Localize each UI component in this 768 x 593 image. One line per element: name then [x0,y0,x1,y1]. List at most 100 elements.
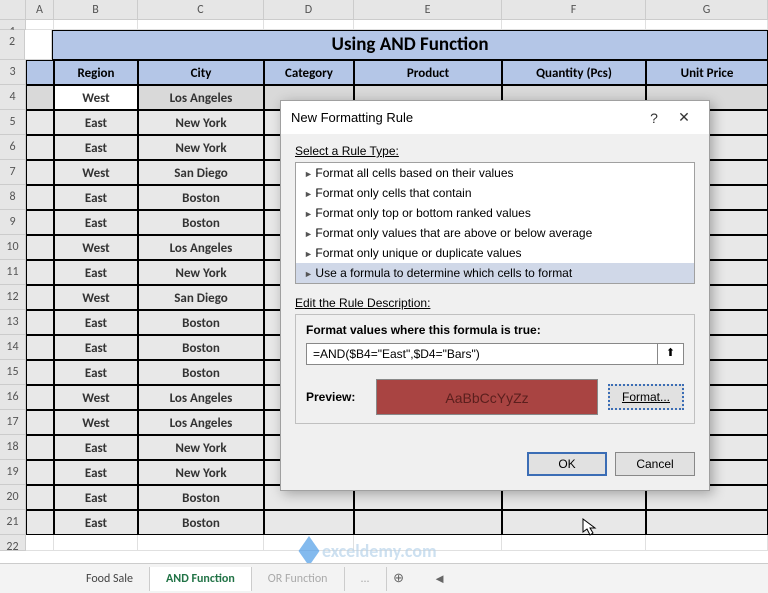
rule-type-item-1[interactable]: Format only cells that contain [296,183,694,203]
format-button[interactable]: Format... [608,384,684,410]
cell-B14[interactable]: East [54,335,138,360]
cell-G22[interactable] [646,535,768,551]
cell-A22[interactable] [26,535,54,551]
row-header-7[interactable]: 7 [0,160,26,185]
col-header-G[interactable]: G [646,0,768,19]
cell-F1[interactable] [502,20,646,30]
cell-A5[interactable] [26,110,54,135]
col-header-E[interactable]: E [354,0,502,19]
row-header-16[interactable]: 16 [0,385,26,410]
cell-A6[interactable] [26,135,54,160]
cell-C17[interactable]: Los Angeles [138,410,264,435]
header-C[interactable]: City [138,60,264,85]
row-header-12[interactable]: 12 [0,285,26,310]
cell-B13[interactable]: East [54,310,138,335]
row-header-9[interactable]: 9 [0,210,26,235]
header-E[interactable]: Product [354,60,502,85]
cell-G1[interactable] [646,20,768,30]
scroll-left-button[interactable]: ◄ [431,571,449,587]
cell-A15[interactable] [26,360,54,385]
header-F[interactable]: Quantity (Pcs) [502,60,646,85]
cell-C15[interactable]: Boston [138,360,264,385]
cell-A1[interactable] [26,20,54,30]
sheet-tab-and-function[interactable]: AND Function [150,567,252,591]
cell-A7[interactable] [26,160,54,185]
row-header-15[interactable]: 15 [0,360,26,385]
cell-B17[interactable]: West [54,410,138,435]
header-B[interactable]: Region [54,60,138,85]
cell-F22[interactable] [502,535,646,551]
cell-C6[interactable]: New York [138,135,264,160]
cell-A20[interactable] [26,485,54,510]
cell-G21[interactable] [646,510,768,535]
cell-B8[interactable]: East [54,185,138,210]
row-header-14[interactable]: 14 [0,335,26,360]
cell-A14[interactable] [26,335,54,360]
row-header-20[interactable]: 20 [0,485,26,510]
row-header-5[interactable]: 5 [0,110,26,135]
row-header-21[interactable]: 21 [0,510,26,535]
cell-A18[interactable] [26,435,54,460]
row-header-4[interactable]: 4 [0,85,26,110]
sheet-tab-food-sale[interactable]: Food Sale [70,567,150,591]
cell-B11[interactable]: East [54,260,138,285]
cell-C8[interactable]: Boston [138,185,264,210]
cell-B10[interactable]: West [54,235,138,260]
cell-B15[interactable]: East [54,360,138,385]
cell-C16[interactable]: Los Angeles [138,385,264,410]
col-header-B[interactable]: B [54,0,138,19]
cell-C20[interactable]: Boston [138,485,264,510]
row-header-13[interactable]: 13 [0,310,26,335]
cell-B9[interactable]: East [54,210,138,235]
rule-type-item-5[interactable]: Use a formula to determine which cells t… [296,263,694,283]
rule-type-item-4[interactable]: Format only unique or duplicate values [296,243,694,263]
cell-B6[interactable]: East [54,135,138,160]
dialog-titlebar[interactable]: New Formatting Rule ? ✕ [281,101,709,134]
range-picker-button[interactable]: ⬆ [658,343,684,365]
cell-A16[interactable] [26,385,54,410]
sheet-tab-or-function[interactable]: OR Function [252,567,345,591]
col-header-C[interactable]: C [138,0,264,19]
cell-C12[interactable]: San Diego [138,285,264,310]
header-D[interactable]: Category [264,60,354,85]
ok-button[interactable]: OK [527,452,607,476]
row-header-10[interactable]: 10 [0,235,26,260]
rule-type-item-3[interactable]: Format only values that are above or bel… [296,223,694,243]
col-header-A[interactable]: A [26,0,54,19]
row-header-8[interactable]: 8 [0,185,26,210]
cell-B4[interactable]: West [54,85,138,110]
cell-C5[interactable]: New York [138,110,264,135]
row-header-19[interactable]: 19 [0,460,26,485]
cell-C14[interactable]: Boston [138,335,264,360]
sheet-tab-more[interactable]: ... [345,567,387,591]
rule-type-list[interactable]: Format all cells based on their valuesFo… [295,162,695,284]
cell-B20[interactable]: East [54,485,138,510]
cell-A13[interactable] [26,310,54,335]
cell-A19[interactable] [26,460,54,485]
cell-B5[interactable]: East [54,110,138,135]
close-button[interactable]: ✕ [669,109,699,126]
help-button[interactable]: ? [639,110,669,126]
cell-C18[interactable]: New York [138,435,264,460]
row-header-2[interactable]: 2 [0,30,25,60]
title-cell[interactable]: Using AND Function [52,30,768,60]
cell-A8[interactable] [26,185,54,210]
col-header-D[interactable]: D [264,0,354,19]
cell-B22[interactable] [54,535,138,551]
cell-B12[interactable]: West [54,285,138,310]
cell-A12[interactable] [26,285,54,310]
cell-D21[interactable] [264,510,354,535]
cell-F21[interactable] [502,510,646,535]
cancel-button[interactable]: Cancel [615,452,695,476]
cell-C10[interactable]: Los Angeles [138,235,264,260]
cell-C22[interactable] [138,535,264,551]
cell-C21[interactable]: Boston [138,510,264,535]
cell-C4[interactable]: Los Angeles [138,85,264,110]
cell-A11[interactable] [26,260,54,285]
cell-B19[interactable]: East [54,460,138,485]
cell-B18[interactable]: East [54,435,138,460]
cell-B1[interactable] [54,20,138,30]
cell-C11[interactable]: New York [138,260,264,285]
cell-E1[interactable] [354,20,502,30]
cell-A9[interactable] [26,210,54,235]
